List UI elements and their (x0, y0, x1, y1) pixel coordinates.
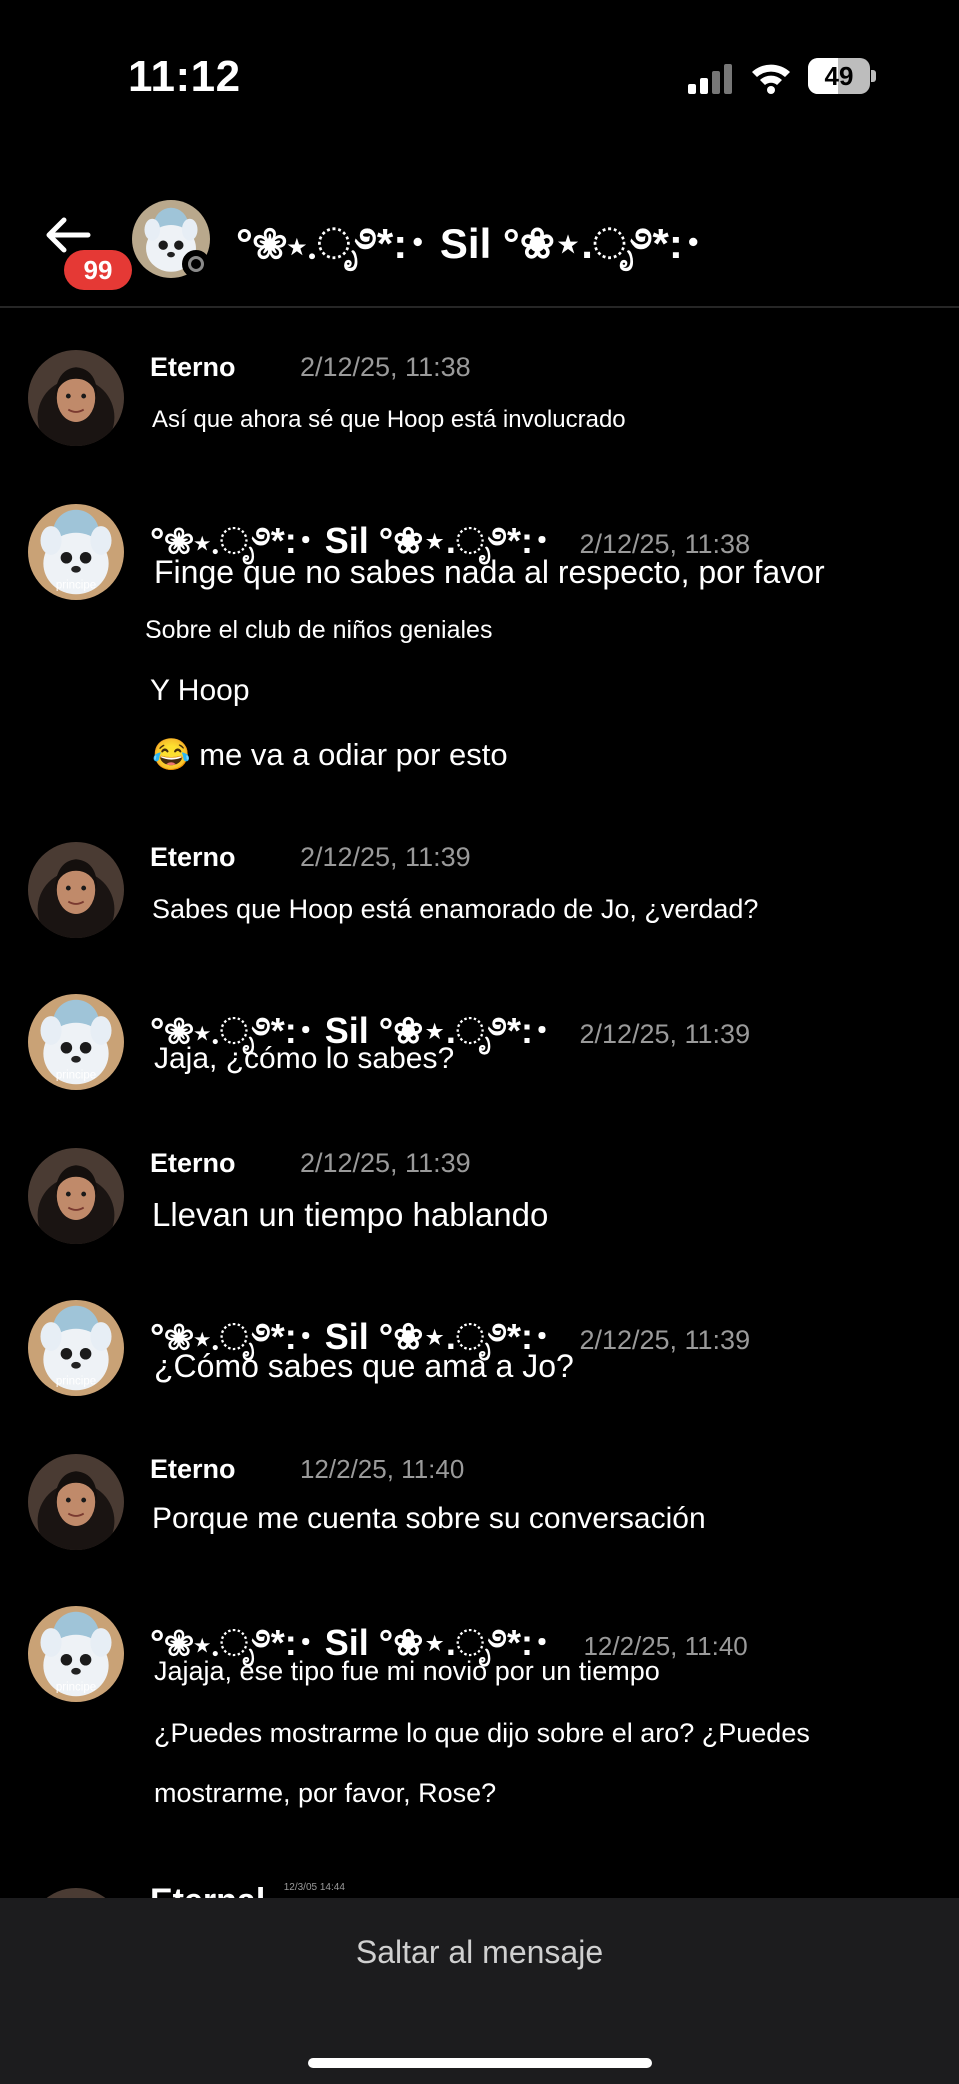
chat-header: 99 °❀⋆.ೃ࿔*:･ Sil °❀⋆.ೃ࿔*:･ (0, 150, 959, 308)
message-header: Eterno 2/12/25, 11:38 (150, 352, 471, 383)
message-list[interactable]: Eterno 2/12/25, 11:38 Así que ahora sé q… (0, 306, 959, 1898)
message-header: Eterno 12/2/25, 11:40 (150, 1454, 464, 1485)
author-name[interactable]: Eterno (150, 1148, 236, 1178)
timestamp: 2/12/25, 11:38 (299, 352, 471, 382)
message-header: Eternal 12/3/05 14:44 (150, 1882, 345, 1898)
avatar-overlay-text: principe (56, 1681, 96, 1693)
jump-to-message-button[interactable]: Saltar al mensaje (0, 1934, 959, 1971)
message-text[interactable]: ¿Puedes mostrarme lo que dijo sobre el a… (154, 1718, 810, 1749)
status-time: 11:12 (128, 52, 241, 101)
message-text[interactable]: Y Hoop (150, 674, 250, 708)
avatar-overlay-text: principe (56, 579, 96, 591)
message-text[interactable]: Así que ahora sé que Hoop está involucra… (152, 406, 626, 434)
home-indicator[interactable] (308, 2058, 652, 2068)
avatar-sil[interactable]: principe (28, 1606, 124, 1702)
timestamp: 2/12/25, 11:39 (579, 1019, 751, 1049)
message-header: °❀⋆.ೃ࿔*:･ Sil °❀⋆.ೃ࿔*:･ 2/12/25, 11:39 (150, 990, 750, 1092)
wifi-icon (752, 64, 790, 94)
message-text[interactable]: ¿Cómo sabes que ama a Jo? (154, 1348, 574, 1385)
presence-indicator (182, 250, 210, 278)
message-text[interactable]: Jaja, ¿cómo lo sabes? (154, 1042, 454, 1076)
avatar-sil[interactable]: principe (28, 504, 124, 600)
message-text[interactable]: 😂 me va a odiar por esto (152, 736, 508, 773)
message-text[interactable]: Porque me cuenta sobre su conversación (152, 1502, 706, 1536)
timestamp: 2/12/25, 11:39 (299, 842, 471, 872)
timestamp: 12/2/25, 11:40 (299, 1454, 465, 1484)
author-name[interactable]: Eternal (150, 1882, 265, 1898)
battery-level: 49 (824, 61, 854, 91)
message-header: °❀⋆.ೃ࿔*:･ Sil °❀⋆.ೃ࿔*:･ 12/2/25, 11:40 (150, 1602, 748, 1704)
avatar-eterno[interactable] (28, 1454, 124, 1550)
avatar-eternal[interactable] (28, 1888, 124, 1898)
author-name[interactable]: Eterno (150, 352, 236, 382)
signal-icon (688, 64, 732, 94)
avatar-sil[interactable]: principe (28, 994, 124, 1090)
battery-icon: 49 (808, 58, 876, 94)
avatar-sil[interactable]: principe (28, 1300, 124, 1396)
author-name[interactable]: Eterno (150, 842, 236, 872)
timestamp: 2/12/25, 11:39 (579, 1325, 751, 1355)
status-bar: 11:12 49 (0, 0, 959, 150)
author-name[interactable]: Eterno (150, 1454, 236, 1484)
avatar-overlay-text: principe (56, 1069, 96, 1081)
avatar-eterno[interactable] (28, 842, 124, 938)
avatar-overlay-text: principe (56, 1375, 96, 1387)
unread-badge: 99 (64, 250, 132, 290)
message-text[interactable]: mostrarme, por favor, Rose? (154, 1778, 496, 1809)
jump-bar: Saltar al mensaje (0, 1898, 959, 2084)
timestamp: 2/12/25, 11:39 (299, 1148, 471, 1178)
message-header: Eterno 2/12/25, 11:39 (150, 842, 471, 873)
message-text[interactable]: Llevan un tiempo hablando (152, 1196, 548, 1234)
message-text[interactable]: Sabes que Hoop está enamorado de Jo, ¿ve… (152, 894, 758, 925)
message-text[interactable]: Jajaja, ese tipo fue mi novio por un tie… (154, 1656, 660, 1687)
avatar-eterno[interactable] (28, 1148, 124, 1244)
message-text[interactable]: Finge que no sabes nada al respecto, por… (154, 554, 825, 591)
message-text[interactable]: Sobre el club de niños geniales (145, 616, 492, 645)
chat-title[interactable]: °❀⋆.ೃ࿔*:･ Sil °❀⋆.ೃ࿔*:･ (236, 196, 704, 315)
message-header: Eterno 2/12/25, 11:39 (150, 1148, 471, 1179)
avatar-eterno[interactable] (28, 350, 124, 446)
timestamp: 12/3/05 14:44 (283, 1882, 345, 1893)
